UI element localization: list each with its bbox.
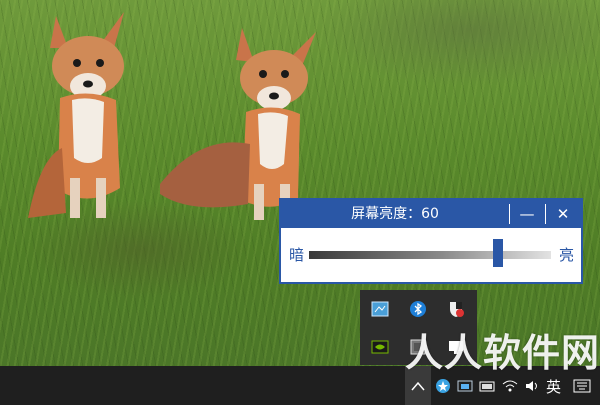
network-icon[interactable] xyxy=(478,376,496,396)
volume-icon[interactable] xyxy=(523,376,541,396)
keyboard-icon[interactable] xyxy=(572,376,592,396)
windows-security-icon[interactable] xyxy=(456,376,474,396)
bluetooth-icon[interactable] xyxy=(409,300,427,318)
display-settings-icon[interactable] xyxy=(371,300,389,318)
show-hidden-icons-caret[interactable] xyxy=(409,376,427,396)
brightness-window: 屏幕亮度：60 — ✕ 暗 亮 xyxy=(279,198,583,284)
minimize-button[interactable]: — xyxy=(509,200,545,228)
security-shield-icon[interactable] xyxy=(447,300,465,318)
ime-language-indicator[interactable]: 英 xyxy=(546,376,561,397)
fox-right xyxy=(160,28,316,220)
brightness-slider-thumb[interactable] xyxy=(493,239,503,267)
brightness-title: 屏幕亮度：60 xyxy=(351,206,439,222)
bright-label: 亮 xyxy=(559,246,575,264)
brightness-titlebar[interactable]: 屏幕亮度：60 — ✕ xyxy=(281,200,581,228)
fox-left xyxy=(28,12,124,218)
watermark-logo: 人人软件网 xyxy=(405,331,600,375)
close-button[interactable]: ✕ xyxy=(545,200,581,228)
nvidia-icon[interactable] xyxy=(371,338,389,356)
dark-label: 暗 xyxy=(289,246,305,264)
brightness-slider-track[interactable] xyxy=(309,251,551,259)
wifi-icon[interactable] xyxy=(501,376,519,396)
desktop-wallpaper xyxy=(0,0,600,366)
app-star-icon[interactable] xyxy=(434,376,452,396)
